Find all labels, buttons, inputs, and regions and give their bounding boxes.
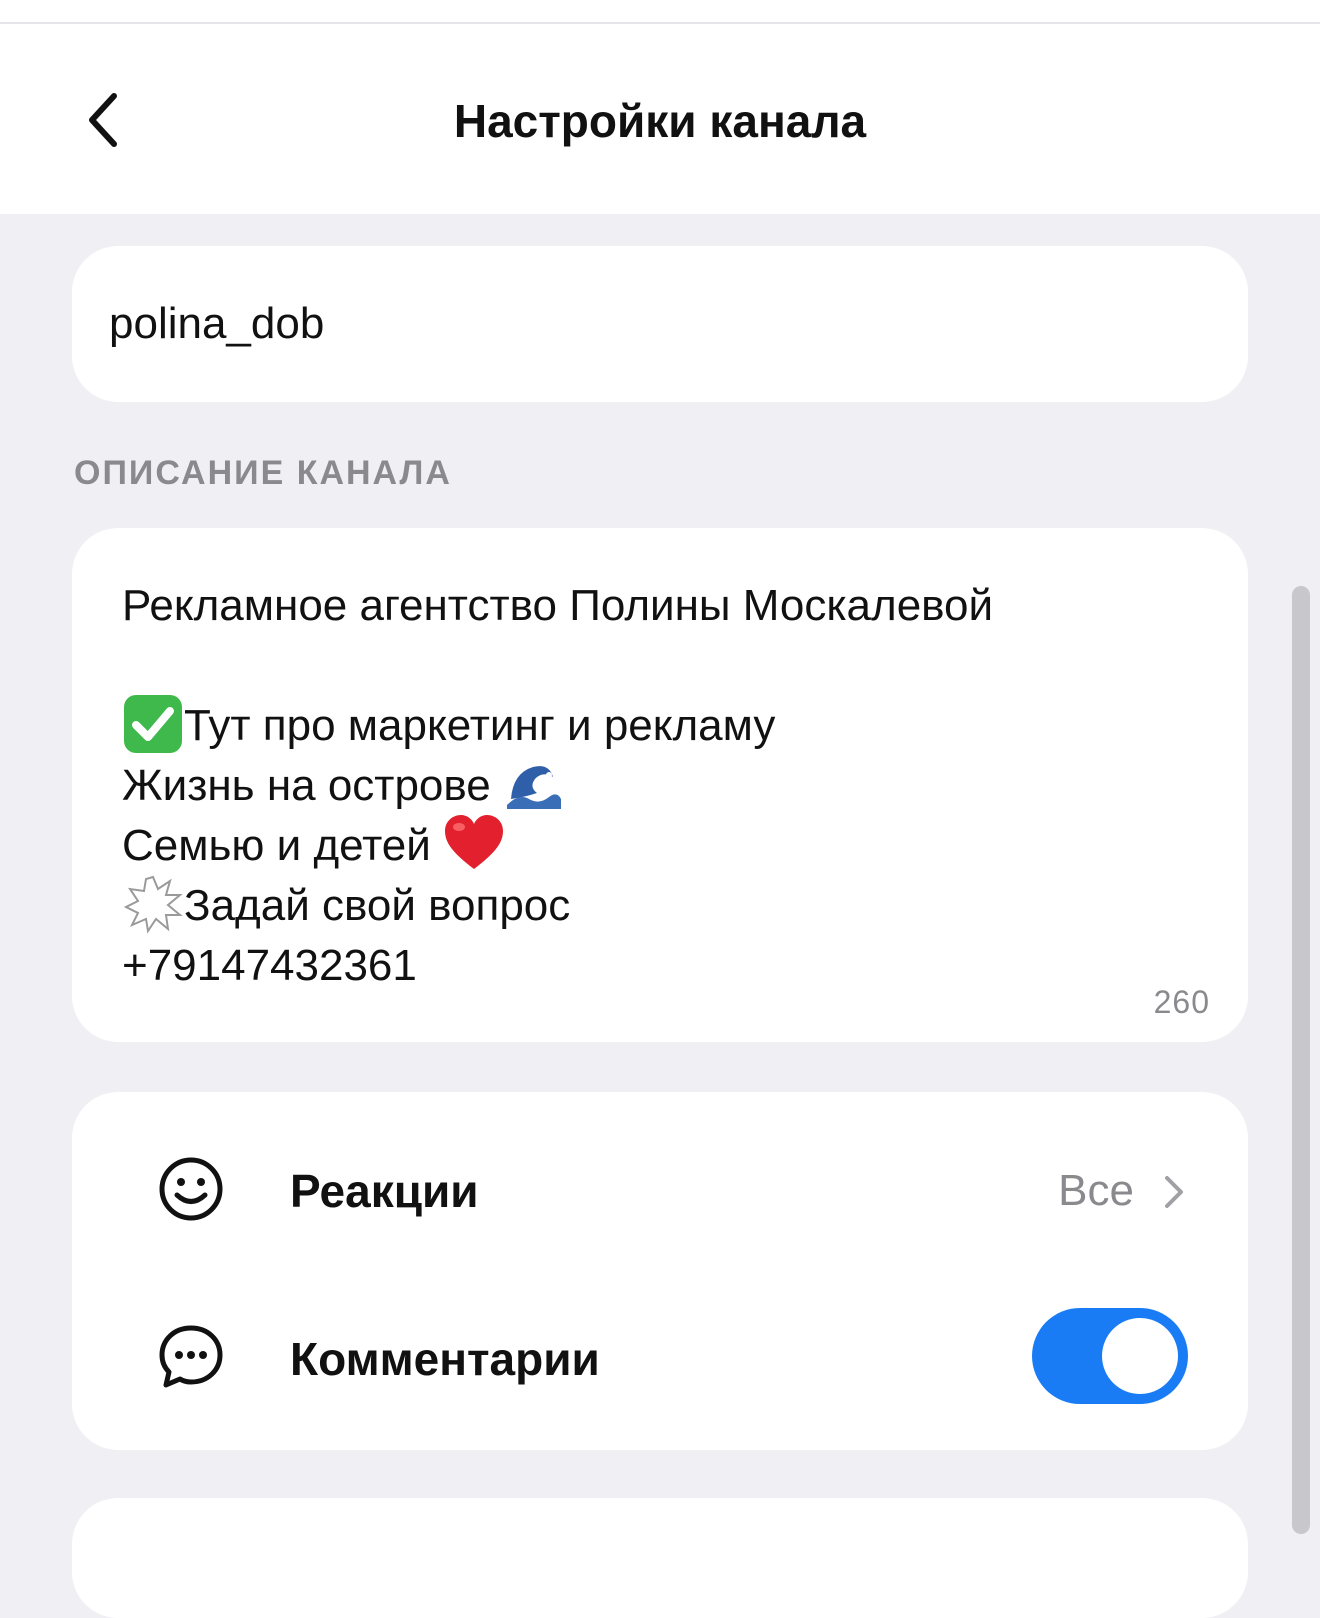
chevron-right-icon (1165, 1176, 1183, 1208)
channel-name-card (72, 246, 1248, 402)
description-line: Тут про маркетинг и рекламу (122, 695, 1202, 756)
header-bar: Настройки канала (0, 24, 1320, 214)
description-line: +79147432361 (122, 941, 417, 990)
smiley-icon (159, 1157, 223, 1221)
reactions-value: Все (1058, 1166, 1134, 1215)
description-textarea[interactable]: Рекламное агентство Полины Москалевой Ту… (122, 576, 1202, 996)
comments-toggle[interactable] (1032, 1308, 1188, 1404)
reactions-row[interactable]: Реакции Все (72, 1114, 1248, 1264)
character-counter: 260 (1153, 984, 1210, 1020)
description-section-label: ОПИСАНИЕ КАНАЛА (74, 454, 452, 492)
page-title: Настройки канала (453, 95, 867, 147)
channel-name-input[interactable] (109, 296, 1209, 352)
settings-card: Реакции Все Комментарии (72, 1092, 1248, 1450)
check-mark-icon (124, 695, 182, 754)
wave-icon (506, 766, 561, 810)
comment-bubble-icon (159, 1325, 223, 1388)
description-line: Семью и детей (122, 815, 1202, 876)
comments-row: Комментарии (72, 1282, 1248, 1432)
red-heart-icon (445, 815, 504, 870)
next-settings-card (72, 1498, 1248, 1618)
top-divider (0, 0, 1320, 24)
description-line: Рекламное агентство Полины Москалевой (122, 581, 994, 630)
description-line: Задай свой вопрос (122, 876, 1202, 936)
description-blank-line (122, 636, 1202, 696)
toggle-knob (1102, 1318, 1178, 1394)
description-card[interactable]: Рекламное агентство Полины Москалевой Ту… (72, 528, 1248, 1042)
reactions-label: Реакции (290, 1165, 479, 1217)
description-line: Жизнь на острове (122, 756, 1202, 816)
comments-label: Комментарии (290, 1333, 600, 1385)
speech-burst-icon (123, 876, 183, 935)
scrollbar[interactable] (1292, 586, 1310, 1534)
